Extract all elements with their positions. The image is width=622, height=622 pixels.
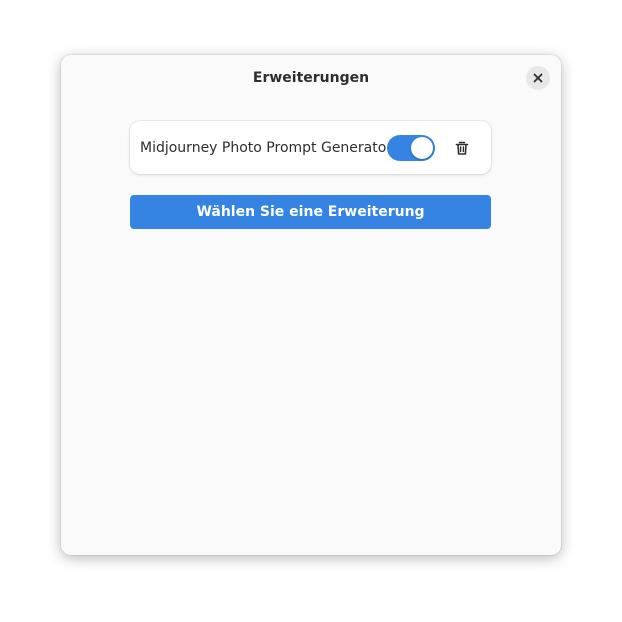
extension-row: Midjourney Photo Prompt Generator — [130, 121, 491, 174]
dialog-title: Erweiterungen — [252, 70, 370, 86]
toggle-knob — [411, 137, 433, 159]
delete-extension-button[interactable] — [450, 136, 474, 160]
extension-enabled-toggle[interactable] — [387, 135, 435, 161]
choose-extension-button[interactable]: Wählen Sie eine Erweiterung — [130, 195, 491, 229]
close-button[interactable] — [526, 66, 550, 90]
extension-name: Midjourney Photo Prompt Generator — [140, 140, 393, 156]
trash-icon — [455, 141, 469, 155]
extensions-dialog: Erweiterungen Midjourney Photo Prompt Ge… — [61, 55, 561, 555]
close-icon — [533, 73, 543, 83]
